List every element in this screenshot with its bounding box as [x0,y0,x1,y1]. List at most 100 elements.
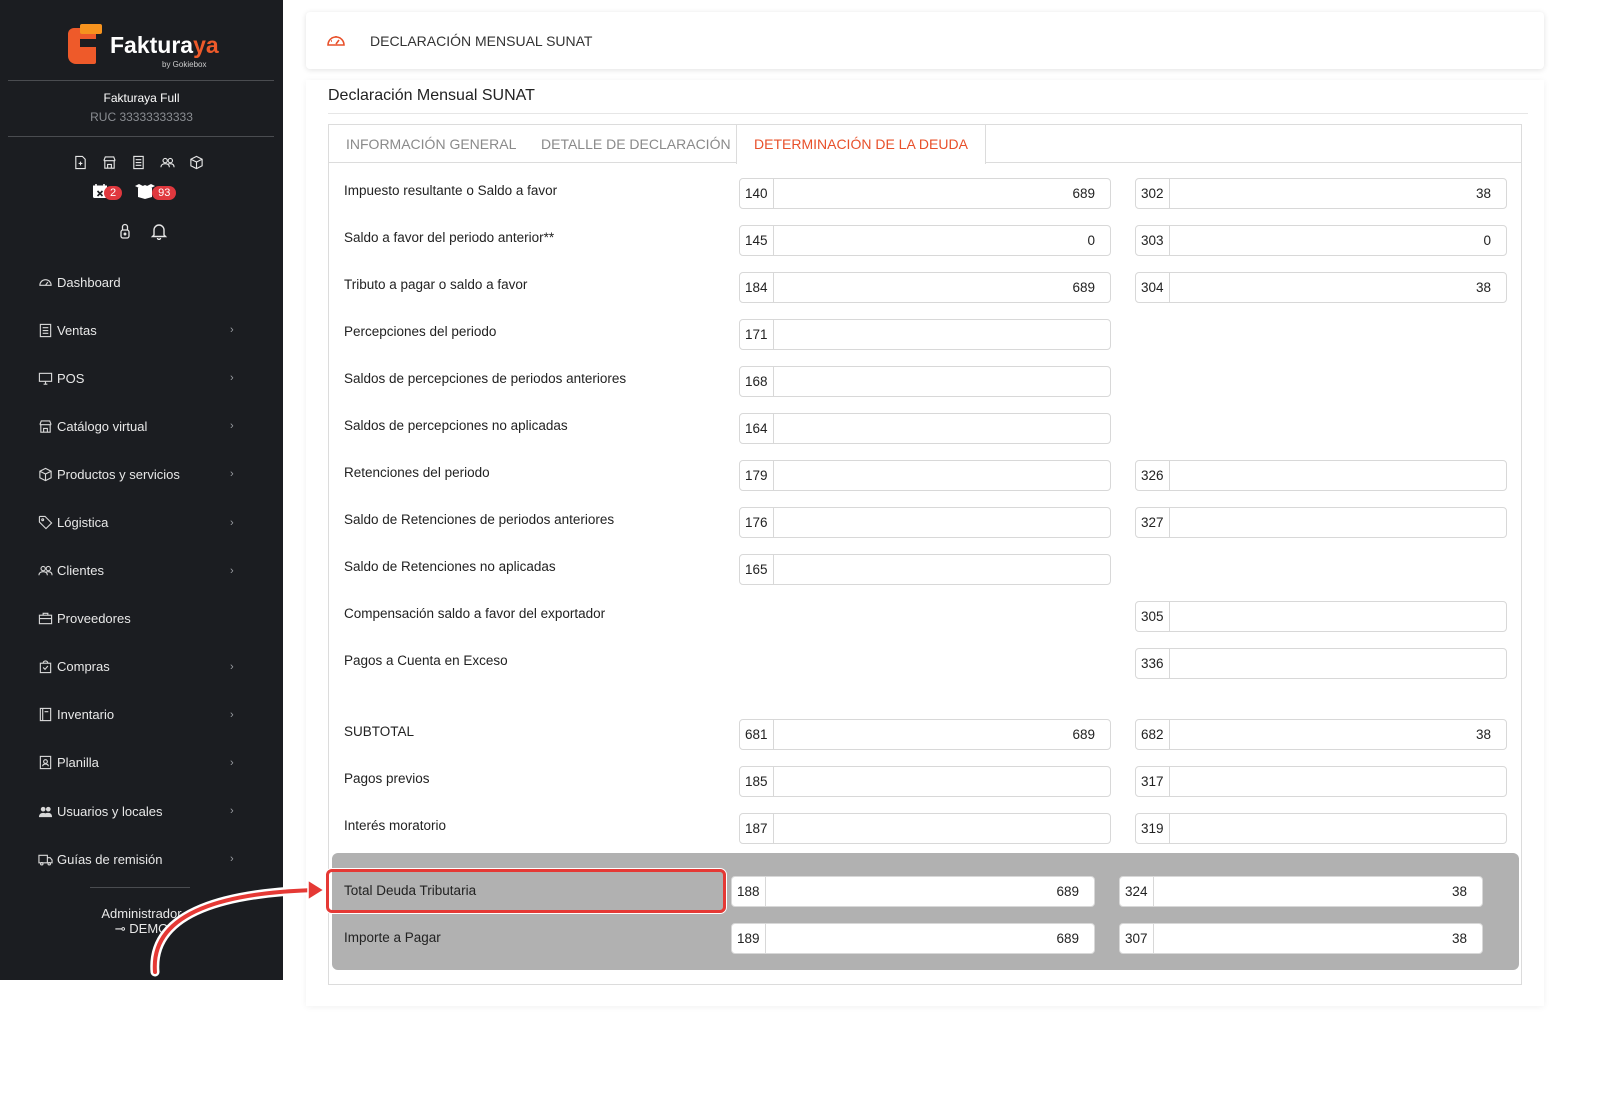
sidebar-item-clientes[interactable]: Clientes › [0,547,283,595]
tab-determinacion-deuda[interactable]: DETERMINACIÓN DE LA DEUDA [736,125,986,164]
chevron-right-icon: › [230,468,234,481]
field-336[interactable]: 336 [1135,648,1507,679]
sidebar-menu: Dashboard Ventas › POS › Catálogo virtua… [0,258,283,883]
sidebar-item-catalogo[interactable]: Catálogo virtual › [0,402,283,450]
tab-bar: INFORMACIÓN GENERAL DETALLE DE DECLARACI… [329,125,1521,164]
field-value[interactable] [774,814,1110,843]
row-label: Saldo de Retenciones de periodos anterio… [344,512,615,527]
sidebar-item-usuarios[interactable]: Usuarios y locales › [0,787,283,835]
calendar-alert[interactable]: 2 [92,183,123,203]
field-145[interactable]: 145 0 [739,225,1111,256]
box-icon [38,467,53,482]
field-value[interactable] [1170,461,1506,490]
field-179[interactable]: 179 [739,460,1111,491]
boxes-alert[interactable]: 93 [134,183,177,203]
field-value[interactable]: 38 [1154,924,1482,953]
row-label: Saldo de Retenciones no aplicadas [344,559,556,574]
sidebar-item-label: Planilla [57,755,99,771]
header-title: DECLARACIÓN MENSUAL SUNAT [370,33,593,49]
box-icon[interactable] [189,155,204,170]
field-value[interactable] [1170,814,1506,843]
field-324[interactable]: 324 38 [1119,876,1483,907]
field-value[interactable] [1170,508,1506,537]
field-value[interactable]: 689 [774,179,1110,208]
field-value[interactable]: 689 [766,924,1094,953]
sidebar-item-compras[interactable]: Compras › [0,643,283,691]
field-value[interactable] [774,414,1110,443]
sidebar-item-logistica[interactable]: Lógistica › [0,498,283,546]
store-icon[interactable] [102,155,117,170]
field-value[interactable]: 0 [774,226,1110,255]
sidebar-item-label: Compras [57,659,110,675]
sidebar-item-pos[interactable]: POS › [0,354,283,402]
field-168[interactable]: 168 [739,366,1111,397]
field-value[interactable] [1170,767,1506,796]
field-164[interactable]: 164 [739,413,1111,444]
tab-informacion-general[interactable]: INFORMACIÓN GENERAL [346,125,516,163]
field-code: 140 [740,179,774,208]
field-value[interactable] [774,508,1110,537]
field-304[interactable]: 304 38 [1135,272,1507,303]
new-document-icon[interactable] [73,155,88,170]
field-305[interactable]: 305 [1135,601,1507,632]
sidebar-item-planilla[interactable]: Planilla › [0,739,283,787]
tab-detalle-declaracion[interactable]: DETALLE DE DECLARACIÓN [541,125,731,163]
field-165[interactable]: 165 [739,554,1111,585]
field-319[interactable]: 319 [1135,813,1507,844]
field-value[interactable]: 38 [1170,720,1506,749]
sidebar-item-dashboard[interactable]: Dashboard [0,258,283,306]
field-317[interactable]: 317 [1135,766,1507,797]
field-303[interactable]: 303 0 [1135,225,1507,256]
field-value[interactable] [774,367,1110,396]
sidebar-item-label: Clientes [57,563,104,579]
field-value[interactable]: 0 [1170,226,1506,255]
field-value[interactable] [1170,602,1506,631]
field-value[interactable]: 38 [1170,179,1506,208]
field-327[interactable]: 327 [1135,507,1507,538]
users-icon[interactable] [160,155,175,170]
field-value[interactable]: 689 [774,720,1110,749]
field-code: 304 [1136,273,1170,302]
lock-icon[interactable] [118,222,132,244]
sidebar-item-inventario[interactable]: Inventario › [0,691,283,739]
field-code: 302 [1136,179,1170,208]
field-184[interactable]: 184 689 [739,272,1111,303]
field-value[interactable]: 689 [774,273,1110,302]
field-189[interactable]: 189 689 [731,923,1095,954]
field-188[interactable]: 188 689 [731,876,1095,907]
field-302[interactable]: 302 38 [1135,178,1507,209]
field-code: 327 [1136,508,1170,537]
annotation-arrow [150,878,326,977]
field-185[interactable]: 185 [739,766,1111,797]
sidebar-item-productos[interactable]: Productos y servicios › [0,450,283,498]
receipt-icon[interactable] [131,155,146,170]
key-icon: ⊸ [114,921,126,936]
field-code: 189 [732,924,766,953]
field-171[interactable]: 171 [739,319,1111,350]
field-681[interactable]: 681 689 [739,719,1111,750]
field-682[interactable]: 682 38 [1135,719,1507,750]
field-187[interactable]: 187 [739,813,1111,844]
field-value[interactable] [1170,649,1506,678]
field-value[interactable] [774,461,1110,490]
field-307[interactable]: 307 38 [1119,923,1483,954]
field-value[interactable]: 38 [1170,273,1506,302]
chevron-right-icon: › [230,660,234,673]
field-326[interactable]: 326 [1135,460,1507,491]
field-value[interactable] [774,320,1110,349]
sidebar-item-ventas[interactable]: Ventas › [0,306,283,354]
row-label: Saldos de percepciones de periodos anter… [344,371,627,386]
field-140[interactable]: 140 689 [739,178,1111,209]
sidebar-item-proveedores[interactable]: Proveedores [0,595,283,643]
chevron-right-icon: › [230,564,234,577]
field-code: 317 [1136,767,1170,796]
field-value[interactable] [774,555,1110,584]
divider [8,80,274,81]
field-value[interactable]: 38 [1154,877,1482,906]
field-176[interactable]: 176 [739,507,1111,538]
bell-icon[interactable] [150,222,168,244]
logo-text: Fakturaya [110,32,219,58]
boxes-badge: 93 [152,186,177,200]
field-value[interactable] [774,767,1110,796]
field-value[interactable]: 689 [766,877,1094,906]
